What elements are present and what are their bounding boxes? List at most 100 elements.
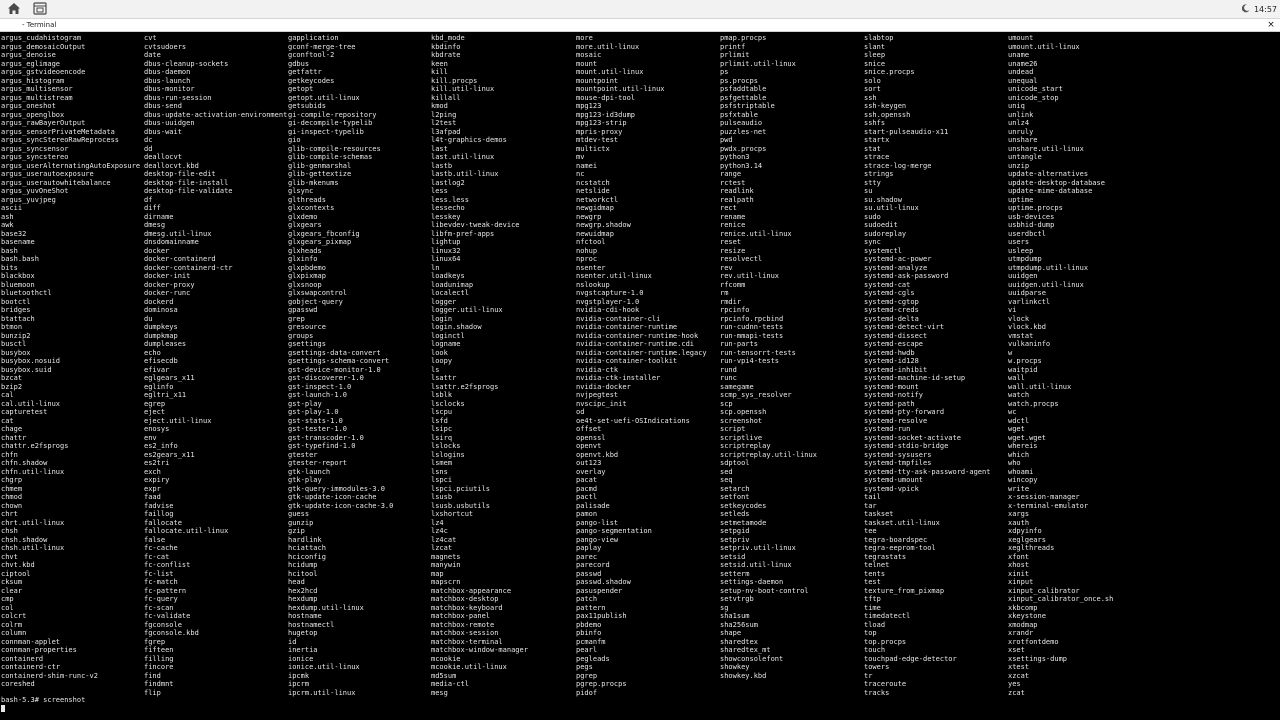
list-item: pacmd bbox=[576, 484, 598, 493]
list-item: lsattr.e2fsprogs bbox=[431, 382, 499, 391]
list-item: texture_from_pixmap bbox=[864, 586, 945, 595]
list-item: xrandr bbox=[1008, 629, 1034, 637]
list-item: screenshot bbox=[720, 416, 763, 425]
list-item: settings-daemon bbox=[720, 578, 784, 586]
list-item: openssl bbox=[576, 433, 606, 442]
list-item: cvt bbox=[144, 34, 157, 42]
list-item: containerd-ctr bbox=[1, 663, 61, 671]
list-item: cat bbox=[1, 416, 14, 425]
list-item: kmod bbox=[431, 102, 448, 110]
column-4: kbd_mode kbdinfo kbdrate keen kill kill.procp… bbox=[431, 34, 574, 697]
list-item: systemd-creds bbox=[864, 306, 919, 314]
list-item: containerd bbox=[1, 654, 44, 663]
list-item: pulseaudio bbox=[720, 119, 763, 127]
list-item: rpcinfo.rpcbind bbox=[720, 314, 784, 323]
list-item: chfn bbox=[1, 450, 18, 459]
list-item: gi-decompile-typelib bbox=[288, 119, 373, 127]
list-item: setsid.util-linux bbox=[720, 561, 792, 569]
list-item: groups bbox=[288, 331, 314, 340]
list-item: efivar bbox=[144, 365, 170, 374]
list-item: dbus-uuidgen bbox=[144, 119, 195, 127]
list-item: realpath bbox=[720, 195, 754, 204]
list-item: xtest bbox=[1008, 663, 1030, 671]
list-item: pwd bbox=[720, 136, 733, 144]
list-item: lscpu bbox=[431, 408, 453, 416]
list-item: rename bbox=[720, 212, 746, 221]
list-item: gpasswd bbox=[288, 306, 318, 314]
list-item: newuidmap bbox=[576, 229, 614, 238]
list-item: glxheads bbox=[288, 246, 322, 255]
moon-icon[interactable] bbox=[1241, 3, 1250, 15]
window-titlebar: - Terminal × bbox=[0, 19, 1280, 32]
list-item: matchbox-session bbox=[431, 629, 499, 637]
list-item: gsettings-data-convert bbox=[288, 348, 381, 357]
list-item: uptime bbox=[1008, 195, 1034, 204]
list-item: usleep bbox=[1008, 246, 1034, 255]
list-item: wincopy bbox=[1008, 476, 1038, 484]
list-item: lz4cat bbox=[431, 535, 457, 544]
list-item: pwdx.procps bbox=[720, 144, 767, 153]
list-item: hexdump bbox=[288, 595, 318, 603]
list-item: bash bbox=[1, 246, 18, 255]
screenshot-button[interactable] bbox=[29, 1, 51, 17]
list-item: glxswapcontrol bbox=[288, 289, 348, 297]
list-item: cvtsudoers bbox=[144, 42, 187, 51]
list-item: nvidia-container-toolkit bbox=[576, 357, 678, 365]
list-item: connman-properties bbox=[1, 646, 77, 654]
list-item: unzip bbox=[1008, 161, 1030, 170]
list-item: matchbox-terminal bbox=[431, 637, 503, 646]
list-item: chrt bbox=[1, 510, 18, 518]
list-item: argus_gstvideoencode bbox=[1, 68, 86, 76]
list-item: setpriv.util-linux bbox=[720, 544, 796, 552]
list-item: findmnt bbox=[144, 680, 174, 688]
list-item: xinput_calibrator_once.sh bbox=[1008, 595, 1114, 603]
list-item: cal.util-linux bbox=[1, 399, 61, 408]
list-item: hciconfig bbox=[288, 552, 326, 561]
list-item: lsclocks bbox=[431, 399, 465, 408]
list-item: xdpyinfo bbox=[1008, 527, 1042, 535]
list-item: uname26 bbox=[1008, 59, 1038, 68]
list-item: argus_histogram bbox=[1, 76, 65, 85]
list-item: matchbox-panel bbox=[431, 612, 491, 620]
list-item: linux32 bbox=[431, 246, 461, 255]
list-item: gconf-merge-tree bbox=[288, 42, 356, 51]
list-item: newgidmap bbox=[576, 204, 614, 212]
list-item: setleds bbox=[720, 510, 750, 518]
list-item: wget bbox=[1008, 425, 1025, 433]
list-item: mount bbox=[576, 59, 598, 68]
list-item: sed bbox=[720, 467, 733, 476]
list-item: deallocvt bbox=[144, 153, 182, 161]
list-item: diff bbox=[144, 204, 161, 212]
list-item: grep bbox=[288, 314, 305, 323]
list-item: shape bbox=[720, 629, 742, 637]
list-item: gconftool-2 bbox=[288, 51, 335, 59]
list-item: passwd.shadow bbox=[576, 578, 631, 586]
list-item: busybox bbox=[1, 348, 31, 357]
close-button[interactable]: × bbox=[1266, 19, 1276, 31]
list-item: sudoreplay bbox=[864, 229, 907, 238]
list-item: lz4 bbox=[431, 518, 444, 527]
list-item: loadunimap bbox=[431, 280, 474, 289]
list-item: su bbox=[864, 187, 873, 195]
list-item: scriptreplay bbox=[720, 442, 771, 450]
list-item: cksum bbox=[1, 578, 23, 586]
list-item: argus_denoise bbox=[1, 51, 56, 59]
list-item: update-desktop-database bbox=[1008, 178, 1105, 187]
list-item: setvtrgb bbox=[720, 595, 754, 603]
list-item: zcat bbox=[1008, 688, 1025, 697]
list-item: keen bbox=[431, 59, 448, 68]
home-button[interactable] bbox=[3, 1, 25, 17]
list-item: usb-devices bbox=[1008, 212, 1055, 221]
list-item: ipcrm.util-linux bbox=[288, 688, 356, 697]
list-item: argus_cudahistogram bbox=[1, 34, 82, 42]
list-item: slabtop bbox=[864, 34, 894, 42]
list-item: nsenter.util-linux bbox=[576, 272, 652, 280]
list-item: enosys bbox=[144, 425, 170, 433]
list-item: whereis bbox=[1008, 442, 1038, 450]
list-item: argus_userautowhitebalance bbox=[1, 178, 111, 187]
terminal-output[interactable]: argus_cudahistogram argus_demosaicOutput a… bbox=[0, 32, 1280, 720]
list-item: showkey.kbd bbox=[720, 671, 767, 680]
list-item: busctl bbox=[1, 340, 27, 348]
list-item: lslocks bbox=[431, 442, 461, 450]
list-item: manywin bbox=[431, 561, 461, 569]
